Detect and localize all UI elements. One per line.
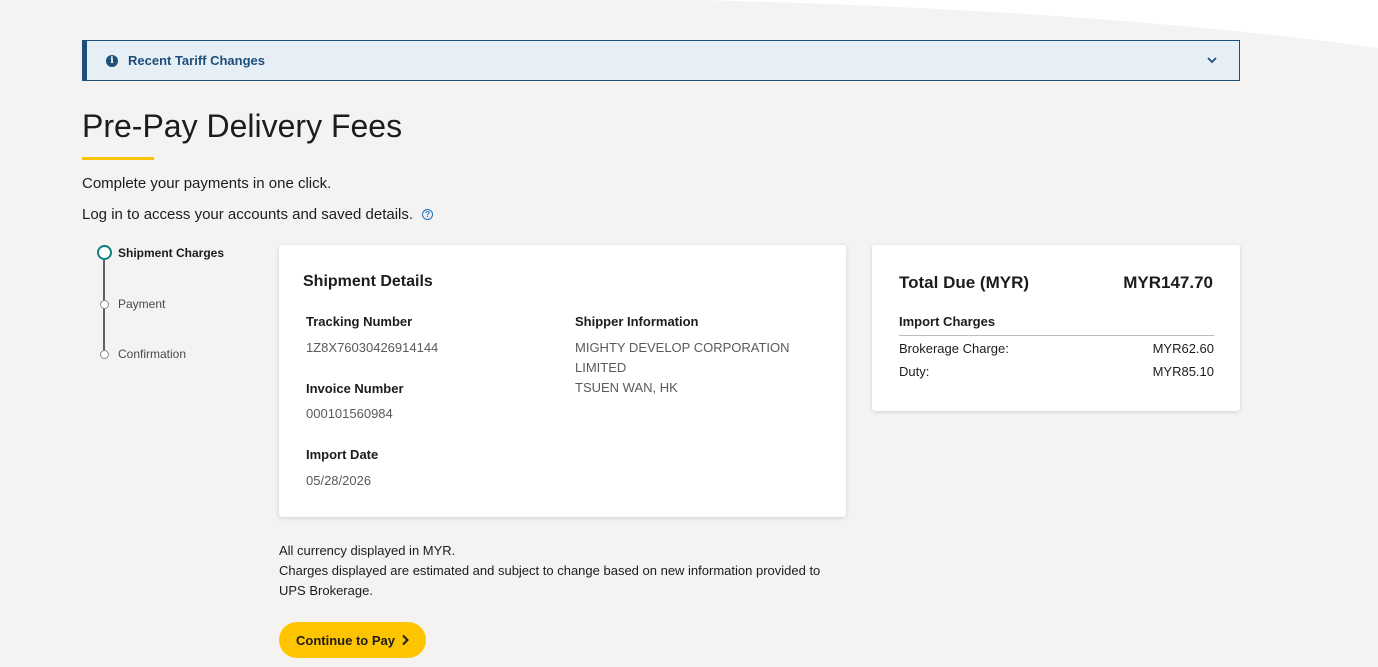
chevron-down-icon[interactable] bbox=[1205, 53, 1219, 67]
shipper-name-line2: LIMITED bbox=[575, 360, 627, 375]
card-title: Shipment Details bbox=[303, 273, 433, 290]
title-underline bbox=[82, 157, 154, 160]
shipment-details-card: Shipment Details Tracking Number 1Z8X760… bbox=[279, 245, 846, 517]
step-shipment-charges: Shipment Charges bbox=[96, 245, 224, 260]
total-due-card: Total Due (MYR) MYR147.70 Import Charges… bbox=[872, 245, 1240, 411]
divider bbox=[899, 335, 1214, 336]
charge-label: Brokerage Charge: bbox=[899, 341, 1009, 356]
import-date-value: 05/28/2026 bbox=[306, 473, 372, 488]
shipper-info-label: Shipper Information bbox=[575, 314, 699, 329]
progress-stepper: Shipment Charges Payment Confirmation bbox=[96, 244, 256, 364]
login-text: Log in to access your accounts and saved… bbox=[82, 206, 414, 223]
help-icon[interactable]: ? bbox=[422, 209, 434, 220]
step-label: Payment bbox=[118, 297, 166, 311]
tracking-number-label: Tracking Number bbox=[306, 314, 413, 329]
tariff-banner[interactable]: i Recent Tariff Changes bbox=[82, 40, 1240, 81]
chevron-right-icon bbox=[402, 634, 409, 646]
step-payment: Payment bbox=[96, 297, 165, 311]
charge-row-duty: Duty: MYR85.10 bbox=[899, 364, 1214, 379]
step-label: Shipment Charges bbox=[118, 245, 225, 260]
charge-amount: MYR85.10 bbox=[1152, 364, 1214, 379]
invoice-number-value: 000101560984 bbox=[306, 406, 393, 421]
page-subtitle: Complete your payments in one click. bbox=[82, 175, 332, 192]
total-due-label: Total Due (MYR) bbox=[899, 273, 1030, 292]
estimate-disclaimer: Charges displayed are estimated and subj… bbox=[279, 563, 821, 598]
currency-note: All currency displayed in MYR. bbox=[279, 543, 456, 558]
shipper-name-line1: MIGHTY DEVELOP CORPORATION bbox=[575, 340, 790, 355]
step-dot bbox=[100, 349, 109, 359]
import-date-label: Import Date bbox=[306, 447, 379, 462]
currency-notes: All currency displayed in MYR. Charges d… bbox=[279, 541, 849, 601]
button-label: Continue to Pay bbox=[296, 632, 395, 648]
login-prompt: Log in to access your accounts and saved… bbox=[82, 206, 434, 223]
import-charges-label: Import Charges bbox=[899, 314, 996, 329]
step-dot bbox=[100, 299, 109, 309]
charge-amount: MYR62.60 bbox=[1152, 341, 1214, 356]
charge-row-brokerage: Brokerage Charge: MYR62.60 bbox=[899, 341, 1214, 356]
total-due-amount: MYR147.70 bbox=[1123, 273, 1213, 292]
banner-title: Recent Tariff Changes bbox=[128, 53, 266, 68]
info-icon: i bbox=[106, 54, 118, 67]
continue-to-pay-button[interactable]: Continue to Pay bbox=[279, 622, 426, 658]
step-active-dot bbox=[97, 245, 112, 260]
invoice-number-label: Invoice Number bbox=[306, 381, 404, 396]
step-confirmation: Confirmation bbox=[96, 347, 186, 361]
page: i Recent Tariff Changes Pre-Pay Delivery… bbox=[0, 0, 1378, 667]
page-title: Pre-Pay Delivery Fees bbox=[82, 108, 403, 144]
step-label: Confirmation bbox=[118, 347, 187, 361]
charge-label: Duty: bbox=[899, 364, 930, 379]
tracking-number-value: 1Z8X76030426914144 bbox=[306, 340, 439, 355]
shipper-location: TSUEN WAN, HK bbox=[575, 380, 678, 395]
